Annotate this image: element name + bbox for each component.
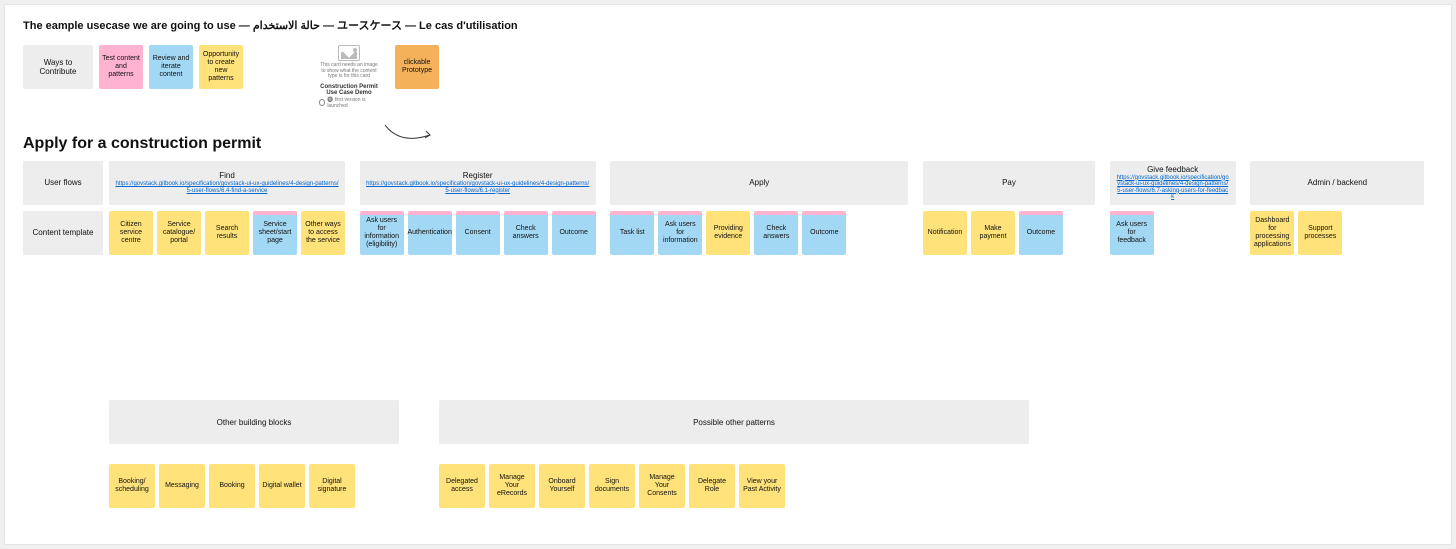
link-find[interactable]: https://govstack.gitbook.io/specificatio… — [115, 181, 339, 194]
flow-header-pay: Pay — [923, 161, 1095, 205]
sticky-test-content[interactable]: Test content and patterns — [99, 45, 143, 89]
sticky-make-payment[interactable]: Make payment — [971, 211, 1015, 255]
sticky-support[interactable]: Support processes — [1298, 211, 1342, 255]
stickies-other-bb: Booking/ scheduling Messaging Booking Di… — [109, 464, 399, 508]
sticky-manage-consents[interactable]: Manage Your Consents — [639, 464, 685, 508]
flow-grid: User flows Find https://govstack.gitbook… — [23, 161, 1433, 255]
flow-header-admin: Admin / backend — [1250, 161, 1424, 205]
flow-header-apply: Apply — [610, 161, 908, 205]
sticky-messaging[interactable]: Messaging — [159, 464, 205, 508]
row-label-content: Content template — [23, 211, 103, 255]
sticky-service-sheet[interactable]: Service sheet/start page — [253, 211, 297, 255]
sticky-task-list[interactable]: Task list — [610, 211, 654, 255]
sticky-clickable-prototype[interactable]: clickable Prototype — [395, 45, 439, 89]
ways-label: Ways to Contribute — [23, 45, 93, 89]
sticky-opportunity[interactable]: Opportunity to create new patterns — [199, 45, 243, 89]
sticky-delegated-access[interactable]: Delegated access — [439, 464, 485, 508]
possible-other-patterns: Possible other patterns Delegated access… — [439, 400, 1029, 508]
sticky-citizen-service[interactable]: Citizen service centre — [109, 211, 153, 255]
stickies-apply: Task list Ask users for information Prov… — [610, 211, 908, 255]
bottom-area: Other building blocks Booking/ schedulin… — [23, 400, 1029, 508]
sticky-other-ways[interactable]: Other ways to access the service — [301, 211, 345, 255]
sticky-notification[interactable]: Notification — [923, 211, 967, 255]
sticky-ask-feedback[interactable]: Ask users for feedback — [1110, 211, 1154, 255]
ways-to-contribute-row: Ways to Contribute Test content and patt… — [23, 45, 1433, 109]
sticky-check-answers-reg[interactable]: Check answers — [504, 211, 548, 255]
other-building-blocks: Other building blocks Booking/ schedulin… — [109, 400, 399, 508]
flow-header-find: Find https://govstack.gitbook.io/specifi… — [109, 161, 345, 205]
stickies-register: Ask users for information (eligibility) … — [360, 211, 596, 255]
sticky-onboard-yourself[interactable]: Onboard Yourself — [539, 464, 585, 508]
sticky-consent[interactable]: Consent — [456, 211, 500, 255]
link-register[interactable]: https://govstack.gitbook.io/specificatio… — [366, 181, 590, 194]
sticky-outcome-app[interactable]: Outcome — [802, 211, 846, 255]
sticky-digital-wallet[interactable]: Digital wallet — [259, 464, 305, 508]
page-title: The eample usecase we are going to use —… — [23, 17, 1433, 33]
sticky-outcome-reg[interactable]: Outcome — [552, 211, 596, 255]
flow-header-register: Register https://govstack.gitbook.io/spe… — [360, 161, 596, 205]
sticky-delegate-role[interactable]: Delegate Role — [689, 464, 735, 508]
sticky-sign-documents[interactable]: Sign documents — [589, 464, 635, 508]
stickies-other-patterns: Delegated access Manage Your eRecords On… — [439, 464, 1029, 508]
row-label-userflows: User flows — [23, 161, 103, 205]
sticky-outcome-pay[interactable]: Outcome — [1019, 211, 1063, 255]
placeholder-caption: This card needs an image to show what th… — [320, 63, 378, 80]
flow-header-feedback: Give feedback https://govstack.gitbook.i… — [1110, 161, 1236, 205]
sticky-view-past[interactable]: View your Past Activity — [739, 464, 785, 508]
sticky-check-answers-app[interactable]: Check answers — [754, 211, 798, 255]
section-heading: Apply for a construction permit — [23, 135, 1433, 153]
sticky-booking-scheduling[interactable]: Booking/ scheduling — [109, 464, 155, 508]
header-other-bb: Other building blocks — [109, 400, 399, 444]
sticky-service-catalogue[interactable]: Service catalogue/ portal — [157, 211, 201, 255]
header-other-patterns: Possible other patterns — [439, 400, 1029, 444]
placeholder-radio: 🔘 first version is launched — [319, 97, 379, 109]
sticky-booking[interactable]: Booking — [209, 464, 255, 508]
sticky-review-iterate[interactable]: Review and iterate content — [149, 45, 193, 89]
sticky-authentication[interactable]: Authentication — [408, 211, 452, 255]
placeholder-title: Construction Permit Use Case Demo — [319, 84, 379, 97]
sticky-ask-info-apply[interactable]: Ask users for information — [658, 211, 702, 255]
stickies-feedback: Ask users for feedback — [1110, 211, 1236, 255]
sticky-dashboard[interactable]: Dashboard for processing applications — [1250, 211, 1294, 255]
image-placeholder-icon — [338, 45, 360, 61]
stickies-pay: Notification Make payment Outcome — [923, 211, 1095, 255]
sticky-search-results[interactable]: Search results — [205, 211, 249, 255]
stickies-find: Citizen service centre Service catalogue… — [109, 211, 345, 255]
sticky-ask-info-eligibility[interactable]: Ask users for information (eligibility) — [360, 211, 404, 255]
sticky-digital-signature[interactable]: Digital signature — [309, 464, 355, 508]
stickies-admin: Dashboard for processing applications Su… — [1250, 211, 1424, 255]
sticky-evidence[interactable]: Providing evidence — [706, 211, 750, 255]
placeholder-card: This card needs an image to show what th… — [319, 45, 379, 109]
sticky-manage-erecords[interactable]: Manage Your eRecords — [489, 464, 535, 508]
link-feedback[interactable]: https://govstack.gitbook.io/specificatio… — [1116, 175, 1230, 201]
